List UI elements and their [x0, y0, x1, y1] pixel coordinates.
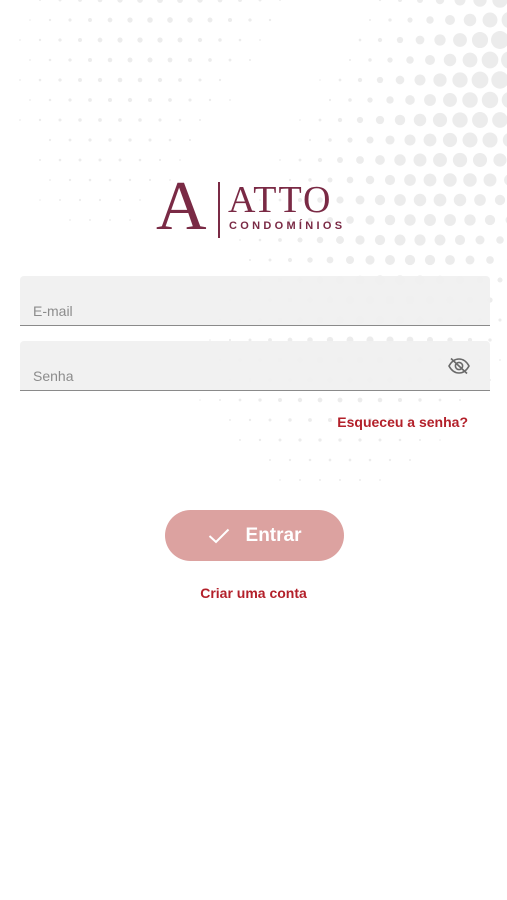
- check-icon: [208, 528, 229, 543]
- eye-off-icon[interactable]: [448, 357, 470, 375]
- forgot-password-link[interactable]: Esqueceu a senha?: [337, 414, 468, 430]
- logo-subtitle: CONDOMÍNIOS: [229, 220, 346, 232]
- logo-name: ATTO: [228, 179, 333, 221]
- app-logo: A ATTO CONDOMÍNIOS: [150, 172, 360, 242]
- email-field[interactable]: E-mail: [20, 276, 490, 326]
- logo-letter: A: [156, 168, 207, 245]
- create-account-link[interactable]: Criar uma conta: [0, 585, 507, 601]
- login-button[interactable]: Entrar: [165, 510, 344, 561]
- logo-divider: [218, 182, 220, 238]
- login-button-label: Entrar: [245, 524, 302, 546]
- password-field[interactable]: Senha: [20, 341, 490, 391]
